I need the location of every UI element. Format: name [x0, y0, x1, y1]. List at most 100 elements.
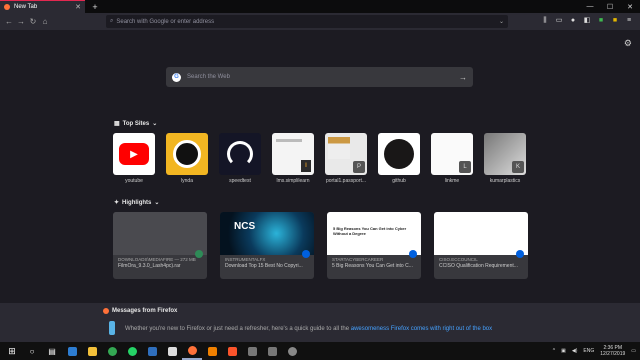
- top-site-youtube[interactable]: ▶ youtube: [113, 133, 155, 184]
- task-view-icon: ▤: [48, 346, 56, 356]
- account-icon[interactable]: ●: [568, 15, 578, 27]
- chevron-down-icon: ⌄: [154, 200, 160, 206]
- top-sites-grid: ▶ youtube lynda speedtest ı lms.simplile…: [113, 133, 526, 184]
- top-site-label: lms.simplilearn: [276, 178, 310, 184]
- search-taskbar-button[interactable]: ○: [22, 342, 42, 360]
- site-letter: K: [512, 161, 524, 173]
- messages-panel: Messages from Firefox Whether you're new…: [0, 303, 640, 342]
- maximize-icon[interactable]: ☐: [600, 3, 620, 11]
- top-sites-title: Top Sites: [122, 120, 150, 127]
- vlc-icon: [207, 346, 217, 356]
- taskbar-app-unknown[interactable]: [242, 342, 262, 360]
- highlight-card[interactable]: DOWNLOADS\MEDIAFIRE — 272 MB FilmOra_9.3…: [113, 212, 207, 279]
- taskbar-app-unknown[interactable]: [262, 342, 282, 360]
- taskbar-app-vlc[interactable]: [202, 342, 222, 360]
- top-site-label: github: [392, 178, 406, 184]
- windows-icon: ⊞: [8, 345, 16, 356]
- ncs-logo-text: NCS: [234, 221, 256, 232]
- highlight-source: STARTACYBERCAREER: [332, 257, 384, 262]
- extension-icon[interactable]: ◧: [582, 15, 592, 27]
- chevron-down-icon[interactable]: ⌄: [499, 18, 504, 25]
- download-icon: [195, 250, 203, 258]
- url-bar[interactable]: ⌕ Search with Google or enter address ⌄: [106, 15, 508, 28]
- site-letter: P: [353, 161, 365, 173]
- highlight-title: 5 Big Reasons You Can Get into C...: [332, 263, 413, 269]
- top-site-kumarplastics[interactable]: K kumarplastics: [484, 133, 526, 184]
- message-link[interactable]: awesomeness Firefox comes with right out…: [351, 326, 492, 332]
- speedometer-icon: [227, 141, 253, 167]
- grid-icon: ▦: [114, 121, 120, 127]
- network-icon[interactable]: ▣: [561, 348, 566, 354]
- language-indicator[interactable]: ENG: [583, 348, 594, 354]
- new-tab-page: ⚙ G Search the Web → ▦ Top Sites ⌄ ▶ you…: [0, 30, 640, 303]
- taskbar-app-chrome[interactable]: [102, 342, 122, 360]
- task-view-button[interactable]: ▤: [42, 342, 62, 360]
- app-icon: [247, 346, 257, 356]
- chevron-up-icon[interactable]: ^: [553, 348, 555, 354]
- taskbar-app-edge[interactable]: [62, 342, 82, 360]
- gear-icon[interactable]: ⚙: [624, 38, 632, 49]
- close-tab-icon[interactable]: ✕: [75, 3, 81, 11]
- search-placeholder: Search the Web: [187, 74, 230, 80]
- volume-icon[interactable]: ◀): [572, 348, 578, 354]
- windows-taskbar: ⊞ ○ ▤ ^ ▣ ◀) ENG 2:36 PM 12/27/2019 ▭: [0, 342, 640, 360]
- highlight-thumbnail: 5 Big Reasons You Can Get into Cyber Wit…: [327, 212, 421, 255]
- forward-icon[interactable]: →: [15, 16, 27, 28]
- back-icon[interactable]: ←: [3, 16, 15, 28]
- top-site-github[interactable]: github: [378, 133, 420, 184]
- highlight-title: CCISO Qualification Requirement...: [439, 263, 518, 269]
- highlight-thumbnail: NCS: [220, 212, 314, 255]
- whatsapp-icon: [127, 346, 137, 356]
- highlight-card[interactable]: NCS INSTRUMENTALFX Download Top 15 Best …: [220, 212, 314, 279]
- bookmark-icon: [409, 250, 417, 258]
- top-site-simplilearn[interactable]: ı lms.simplilearn: [272, 133, 314, 184]
- top-site-passport[interactable]: P portal1.passport...: [325, 133, 367, 184]
- new-tab-button[interactable]: +: [89, 2, 101, 12]
- article-thumbnail-text: 5 Big Reasons You Can Get into Cyber Wit…: [333, 226, 407, 236]
- taskbar-app-explorer[interactable]: [82, 342, 102, 360]
- chevron-down-icon: ⌄: [152, 121, 158, 127]
- youtube-icon: ▶: [119, 143, 149, 165]
- start-button[interactable]: ⊞: [2, 342, 22, 360]
- extension-yellow-icon[interactable]: ■: [610, 15, 620, 27]
- bookmark-icon: [302, 250, 310, 258]
- minimize-icon[interactable]: —: [580, 3, 600, 11]
- taskbar-app-store[interactable]: [142, 342, 162, 360]
- highlight-card[interactable]: 5 Big Reasons You Can Get into Cyber Wit…: [327, 212, 421, 279]
- library-icon[interactable]: ⫼: [540, 15, 550, 27]
- bookmark-icon: [516, 250, 524, 258]
- close-window-icon[interactable]: ✕: [620, 3, 640, 11]
- top-site-linkme[interactable]: L linkme: [431, 133, 473, 184]
- highlights-grid: DOWNLOADS\MEDIAFIRE — 272 MB FilmOra_9.3…: [113, 212, 528, 279]
- site-letter: L: [459, 161, 471, 173]
- google-icon: G: [172, 72, 181, 82]
- home-icon[interactable]: ⌂: [39, 16, 51, 28]
- search-arrow-icon[interactable]: →: [459, 73, 467, 82]
- github-icon: [384, 139, 414, 169]
- highlights-title: Highlights: [122, 199, 152, 206]
- tab-bar: New Tab ✕ + — ☐ ✕: [0, 0, 640, 13]
- taskbar-app-whatsapp[interactable]: [122, 342, 142, 360]
- top-sites-header[interactable]: ▦ Top Sites ⌄: [114, 120, 158, 128]
- highlights-header[interactable]: ✦ Highlights ⌄: [114, 199, 160, 207]
- taskbar-app-firefox[interactable]: [182, 342, 202, 360]
- search-box[interactable]: G Search the Web →: [166, 67, 473, 87]
- taskbar-app-brave[interactable]: [222, 342, 242, 360]
- sidebar-icon[interactable]: ▭: [554, 15, 564, 27]
- taskbar-app-steam[interactable]: [282, 342, 302, 360]
- document-icon: [167, 346, 177, 356]
- highlight-thumbnail: [113, 212, 207, 255]
- messages-header[interactable]: Messages from Firefox: [103, 308, 177, 314]
- simplilearn-thumbnail: [276, 139, 302, 142]
- extension-green-icon[interactable]: ■: [596, 15, 606, 27]
- notifications-icon[interactable]: ▭: [631, 348, 636, 354]
- menu-icon[interactable]: ≡: [624, 15, 634, 27]
- tab-new-tab[interactable]: New Tab ✕: [0, 0, 85, 13]
- top-site-label: youtube: [125, 178, 143, 184]
- taskbar-app-doc[interactable]: [162, 342, 182, 360]
- top-site-speedtest[interactable]: speedtest: [219, 133, 261, 184]
- clock[interactable]: 2:36 PM 12/27/2019: [600, 345, 625, 357]
- reload-icon[interactable]: ↻: [27, 16, 39, 28]
- top-site-lynda[interactable]: lynda: [166, 133, 208, 184]
- highlight-card[interactable]: CISO.ECCOUNCIL CCISO Qualification Requi…: [434, 212, 528, 279]
